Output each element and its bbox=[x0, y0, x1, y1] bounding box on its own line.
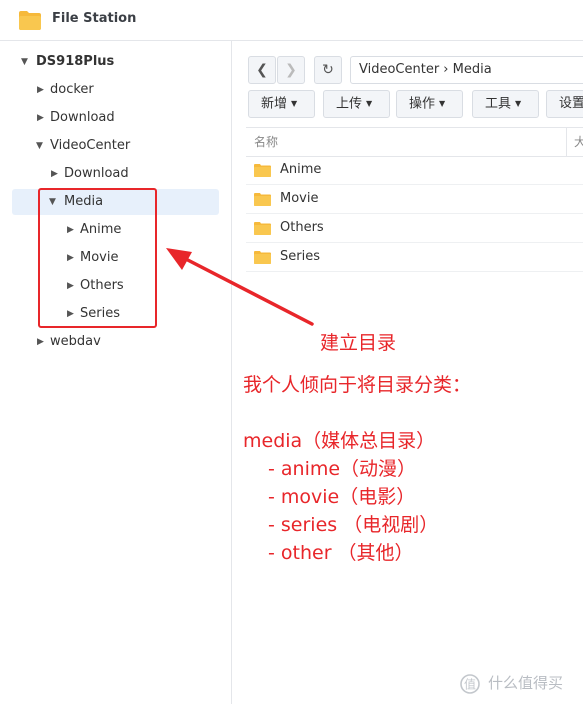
caret-down-icon: ▼ bbox=[366, 99, 373, 108]
tree-item-label: Download bbox=[50, 110, 115, 125]
tree-item-label: DS918Plus bbox=[36, 54, 115, 69]
caret-down-icon: ▼ bbox=[291, 99, 298, 108]
tree-item-label: Download bbox=[64, 166, 129, 181]
file-name: Movie bbox=[280, 191, 319, 206]
tree-item-label: webdav bbox=[50, 334, 101, 349]
tree-item-download[interactable]: ▶ Download bbox=[12, 105, 219, 131]
file-row-anime[interactable]: Anime bbox=[246, 156, 583, 185]
annotation-intro: 我个人倾向于将目录分类： bbox=[243, 374, 472, 396]
annotation-line-other: - other （其他） bbox=[268, 542, 414, 564]
folder-tree: ▼ DS918Plus ▶ docker ▶ Download ▼ VideoC… bbox=[0, 41, 232, 704]
column-size-header[interactable]: 大 bbox=[574, 128, 583, 156]
chevron-right-icon: ❯ bbox=[285, 62, 297, 78]
annotation-highlight-box bbox=[38, 188, 157, 328]
refresh-icon: ↻ bbox=[322, 62, 334, 78]
annotation-arrow-icon bbox=[166, 248, 314, 326]
caret-down-icon[interactable]: ▼ bbox=[21, 49, 28, 75]
create-button[interactable]: 新增 ▼ bbox=[248, 90, 315, 118]
annotation-line-media: media（媒体总目录） bbox=[243, 430, 436, 452]
folder-icon bbox=[254, 193, 271, 206]
create-button-label: 新增 bbox=[261, 96, 288, 112]
tools-button[interactable]: 工具 ▼ bbox=[472, 90, 539, 118]
upload-button-label: 上传 bbox=[336, 96, 363, 112]
tree-item-videocenter[interactable]: ▼ VideoCenter bbox=[12, 133, 219, 159]
file-list-header: 名称 大 bbox=[246, 127, 583, 157]
file-row-others[interactable]: Others bbox=[246, 214, 583, 243]
tree-item-videocenter-download[interactable]: ▶ Download bbox=[12, 161, 219, 187]
file-row-movie[interactable]: Movie bbox=[246, 185, 583, 214]
folder-icon bbox=[254, 222, 271, 235]
path-bar[interactable]: VideoCenter › Media bbox=[350, 56, 583, 84]
watermark-text: 什么值得买 bbox=[488, 674, 564, 692]
tree-item-docker[interactable]: ▶ docker bbox=[12, 77, 219, 103]
settings-button-label: 设置 bbox=[559, 96, 583, 111]
tools-button-label: 工具 bbox=[485, 96, 512, 112]
title-bar: File Station bbox=[0, 0, 583, 41]
tree-item-label: docker bbox=[50, 82, 94, 97]
caret-down-icon: ▼ bbox=[515, 99, 522, 108]
tree-item-label: VideoCenter bbox=[50, 138, 131, 153]
caret-right-icon[interactable]: ▶ bbox=[37, 329, 44, 355]
folder-icon bbox=[254, 164, 271, 177]
watermark-logo-icon: 值 bbox=[460, 674, 480, 694]
column-divider bbox=[566, 128, 567, 156]
forward-button[interactable]: ❯ bbox=[277, 56, 305, 84]
action-button-label: 操作 bbox=[409, 96, 436, 112]
chevron-left-icon: ❮ bbox=[256, 62, 268, 78]
caret-right-icon[interactable]: ▶ bbox=[37, 77, 44, 103]
upload-button[interactable]: 上传 ▼ bbox=[323, 90, 390, 118]
caret-down-icon: ▼ bbox=[439, 99, 446, 108]
caret-down-icon[interactable]: ▼ bbox=[36, 133, 43, 159]
folder-icon bbox=[19, 11, 41, 30]
annotation-line-anime: - anime（动漫） bbox=[268, 458, 417, 480]
annotation-line-movie: - movie（电影） bbox=[268, 486, 416, 508]
app-title: File Station bbox=[52, 11, 137, 26]
caret-right-icon[interactable]: ▶ bbox=[51, 161, 58, 187]
column-name-header[interactable]: 名称 bbox=[254, 128, 278, 156]
svg-text:值: 值 bbox=[464, 677, 476, 692]
refresh-button[interactable]: ↻ bbox=[314, 56, 342, 84]
annotation-arrow-label: 建立目录 bbox=[320, 332, 397, 354]
path-text: VideoCenter › Media bbox=[359, 62, 492, 77]
file-name: Anime bbox=[280, 162, 322, 177]
tree-item-ds918plus[interactable]: ▼ DS918Plus bbox=[12, 49, 219, 75]
annotation-line-series: - series （电视剧） bbox=[268, 514, 439, 536]
caret-right-icon[interactable]: ▶ bbox=[37, 105, 44, 131]
action-button[interactable]: 操作 ▼ bbox=[396, 90, 463, 118]
settings-button[interactable]: 设置 bbox=[546, 90, 583, 118]
file-name: Others bbox=[280, 220, 324, 235]
back-button[interactable]: ❮ bbox=[248, 56, 276, 84]
